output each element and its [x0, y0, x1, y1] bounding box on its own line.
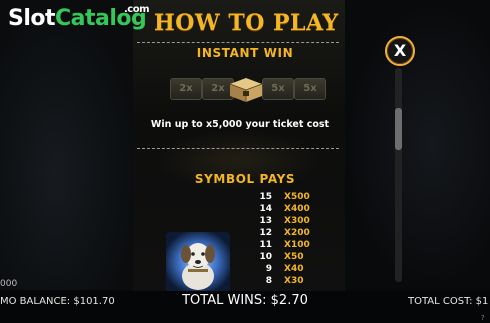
divider-middle	[137, 148, 339, 149]
multiplier-tile: 5x	[262, 78, 294, 100]
watermark-slot: Slot	[8, 6, 56, 31]
background-right	[345, 0, 490, 290]
corner-mark: ?	[481, 314, 485, 322]
instant-win-multipliers: 2x 2x 5x 5x	[166, 72, 326, 106]
total-cost-label: TOTAL COST: $1	[408, 296, 489, 307]
divider-top	[137, 42, 339, 43]
pay-multiplier: X50	[284, 252, 304, 262]
treasure-chest-icon	[229, 78, 263, 102]
page-title: HOW TO PLAY	[154, 10, 339, 36]
pay-multiplier: X200	[284, 228, 310, 238]
pay-multiplier: X100	[284, 240, 310, 250]
left-number: 000	[0, 279, 18, 289]
instant-win-heading: INSTANT WIN	[196, 46, 294, 60]
pay-count: 9	[265, 264, 272, 274]
background-left	[0, 0, 140, 290]
pay-multiplier: X40	[284, 264, 304, 274]
pay-multiplier: X500	[284, 192, 310, 202]
pay-count: 13	[259, 216, 272, 226]
pay-count: 11	[259, 240, 272, 250]
pay-multiplier: X300	[284, 216, 310, 226]
multiplier-tile: 5x	[294, 78, 326, 100]
watermark-com: .com	[124, 4, 150, 15]
how-to-play-panel	[133, 0, 345, 292]
pay-count: 15	[259, 192, 272, 202]
close-icon: X	[393, 41, 407, 60]
pay-count: 12	[259, 228, 272, 238]
pay-count: 10	[259, 252, 272, 262]
instant-win-description: Win up to x5,000 your ticket cost	[150, 119, 330, 130]
pay-multiplier: X30	[284, 276, 304, 286]
scrollbar[interactable]	[395, 68, 402, 282]
multiplier-tile: 2x	[170, 78, 202, 100]
pay-multiplier: X400	[284, 204, 310, 214]
scrollbar-thumb[interactable]	[395, 108, 402, 150]
pay-count: 14	[259, 204, 272, 214]
slotcatalog-watermark: SlotCatalog .com	[8, 4, 150, 31]
dog-symbol-icon	[166, 232, 230, 292]
symbol-pays-heading: SYMBOL PAYS	[194, 172, 296, 186]
pay-count: 8	[265, 276, 272, 286]
close-button[interactable]: X	[385, 36, 415, 66]
